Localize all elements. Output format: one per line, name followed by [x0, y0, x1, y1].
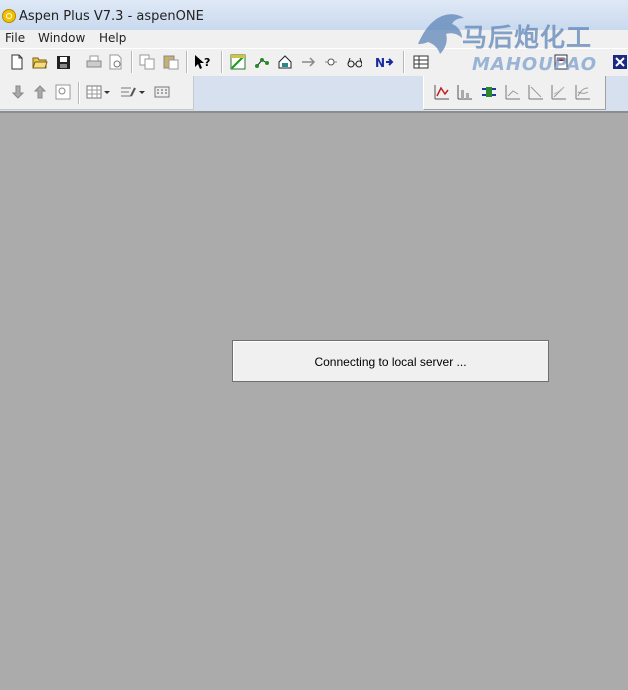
model-library-icon[interactable] — [277, 54, 293, 70]
plot-curve-icon[interactable] — [434, 84, 450, 100]
glasses-icon[interactable] — [346, 54, 362, 70]
menu-file[interactable]: File — [5, 31, 25, 45]
new-file-icon[interactable] — [9, 54, 25, 70]
next-icon[interactable]: N — [374, 54, 396, 70]
menu-help[interactable]: Help — [99, 31, 126, 45]
print-icon[interactable] — [86, 54, 102, 70]
toolbar-separator — [131, 51, 133, 73]
menu-window[interactable]: Window — [38, 31, 85, 45]
grid-icon[interactable] — [86, 84, 112, 100]
aspen-app-icon[interactable] — [2, 9, 16, 23]
connecting-dialog: Connecting to local server ... — [232, 340, 549, 382]
flowsheet-toolbar — [0, 76, 194, 110]
block-icon[interactable] — [323, 54, 339, 70]
svg-text:?: ? — [204, 56, 210, 69]
plot-bars-icon[interactable] — [457, 84, 473, 100]
move-up-icon[interactable] — [32, 84, 48, 100]
print-preview-icon[interactable] — [108, 54, 124, 70]
window-title: Aspen Plus V7.3 - aspenONE — [19, 9, 204, 24]
plot-triangle-icon[interactable] — [528, 84, 544, 100]
toolbar-separator — [186, 51, 188, 73]
move-down-icon[interactable] — [10, 84, 26, 100]
secondary-toolbar-area — [0, 76, 628, 112]
keyboard-icon[interactable] — [154, 84, 170, 100]
watermark: 马后炮化工 MAHOUPAO — [400, 0, 628, 80]
toolbar-separator — [78, 82, 80, 104]
watermark-chinese-text: 马后炮化工 — [462, 23, 593, 52]
whats-this-help-icon[interactable]: ? — [194, 54, 210, 70]
flowsheet-icon[interactable] — [254, 54, 270, 70]
copy-icon[interactable] — [139, 54, 155, 70]
plot-line-icon[interactable] — [505, 84, 521, 100]
plot-xy-icon[interactable] — [551, 84, 567, 100]
data-browser-icon[interactable] — [230, 54, 246, 70]
stream-icon[interactable] — [300, 54, 316, 70]
svg-text:N: N — [375, 56, 385, 70]
toolbar-separator — [221, 51, 223, 73]
connecting-message: Connecting to local server ... — [314, 355, 467, 369]
edit-dropdown-icon[interactable] — [119, 84, 147, 100]
plot-toolbar — [423, 76, 606, 110]
zoom-icon[interactable] — [55, 84, 71, 100]
save-icon[interactable] — [55, 54, 71, 70]
plot-stream-icon[interactable] — [481, 84, 497, 100]
workspace-area — [0, 113, 628, 690]
paste-icon[interactable] — [163, 54, 179, 70]
open-folder-icon[interactable] — [32, 54, 48, 70]
watermark-latin-text: MAHOUPAO — [472, 54, 598, 75]
plot-multi-icon[interactable] — [575, 84, 591, 100]
